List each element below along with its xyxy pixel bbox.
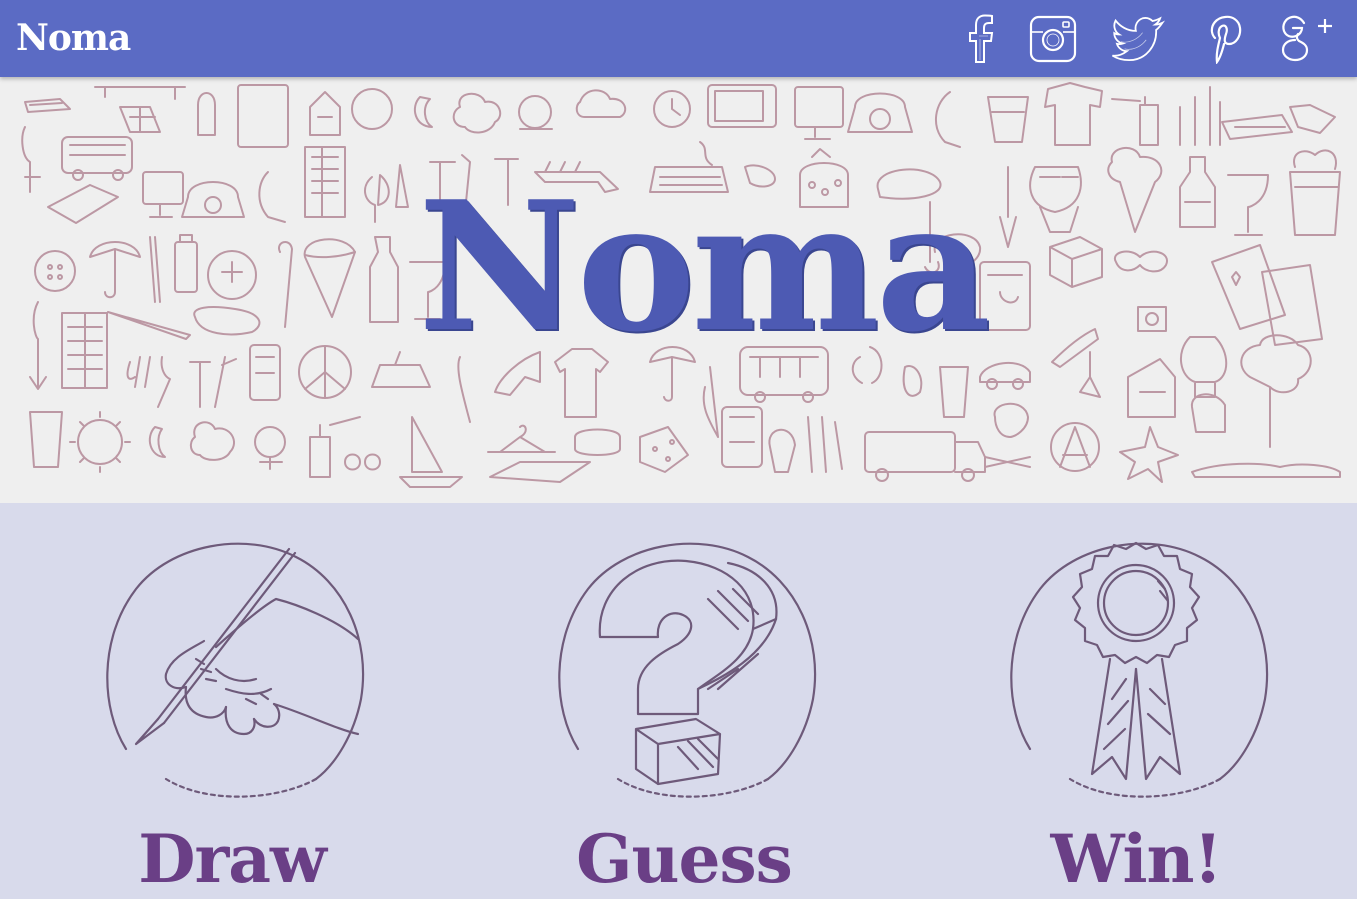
hero-title: Noma	[418, 162, 991, 371]
step-win: Win!	[996, 529, 1286, 899]
step-label-win: Win!	[1050, 820, 1223, 898]
step-label-draw: Draw	[138, 820, 327, 898]
facebook-icon[interactable]	[953, 12, 1007, 66]
drawing-hand-icon	[96, 529, 368, 801]
how-it-works-section: Draw Guess Win!	[0, 503, 1357, 899]
step-draw: Draw	[92, 529, 382, 899]
award-ribbon-icon	[1000, 529, 1272, 801]
top-navbar: Noma	[0, 0, 1357, 77]
google-plus-icon[interactable]	[1280, 12, 1334, 66]
question-mark-icon	[548, 529, 820, 801]
step-guess: Guess	[544, 529, 834, 899]
instagram-icon[interactable]	[1026, 12, 1080, 66]
hero-banner: Noma	[0, 77, 1357, 503]
pinterest-icon[interactable]	[1201, 12, 1255, 66]
twitter-icon[interactable]	[1112, 12, 1166, 66]
step-label-guess: Guess	[576, 820, 793, 898]
brand-logo[interactable]: Noma	[16, 14, 131, 62]
